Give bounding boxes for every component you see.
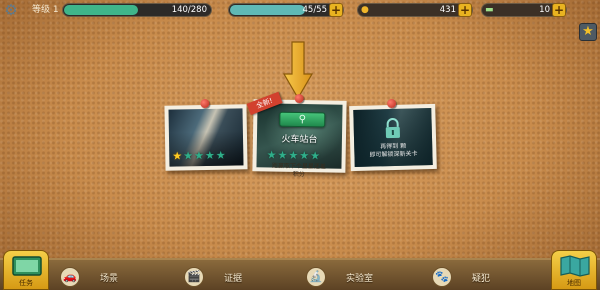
pushpin-icon xyxy=(386,98,397,109)
case-photo-3: 再得到 颗 即可解锁深新关卡 xyxy=(353,107,433,168)
map-icon xyxy=(560,255,590,277)
star-empty-icon: ★ xyxy=(299,149,310,163)
case-title: 火车站台 xyxy=(281,134,318,146)
case-card-3[interactable]: 再得到 颗 即可解锁深新关卡 xyxy=(349,98,437,172)
settings-gear-icon[interactable]: ⚙ xyxy=(3,2,19,18)
level-progress-fill xyxy=(64,5,138,15)
coin-icon: ● xyxy=(361,5,369,15)
star-empty-icon: ★ xyxy=(288,148,299,162)
achievements-star-button[interactable]: ★ xyxy=(579,23,597,41)
top-hud: ⚙ 等级 1 ♥ 140/280 ⚡ 45/55 + ● 431 + ▬ 10 … xyxy=(0,0,600,20)
down-arrow-icon xyxy=(283,41,313,100)
play-case-button[interactable]: ⚲ xyxy=(279,111,326,128)
level-progress-bar: ♥ 140/280 xyxy=(62,3,212,17)
nav-evidence-button[interactable]: 🎬 证据 xyxy=(184,263,242,290)
star-rating: ★ ★ ★ ★ ★ xyxy=(172,148,226,163)
cash-bar: ▬ 10 + xyxy=(481,3,567,17)
pushpin-icon xyxy=(200,98,210,109)
map-label: 地图 xyxy=(567,279,581,287)
case-card-2[interactable]: ⚲ 火车站台 ★ ★ ★ ★ ★ 全新! 距赢取下个星星还差 积分 xyxy=(246,91,347,178)
add-energy-button[interactable]: + xyxy=(329,3,343,17)
star-filled-icon: ★ xyxy=(172,149,183,163)
bottom-nav-bar: 🚗 场景 🎬 证据 🔬 实验室 🐾 疑犯 xyxy=(0,258,600,290)
paw-icon: 🐾 xyxy=(432,267,452,287)
coins-value: 431 xyxy=(439,5,456,15)
microscope-icon: 🔬 xyxy=(306,267,326,287)
nav-suspects-label: 疑犯 xyxy=(472,273,491,284)
nav-evidence-label: 证据 xyxy=(224,273,243,284)
case-photo-1: ★ ★ ★ ★ ★ xyxy=(168,108,244,167)
tablet-icon xyxy=(12,256,42,276)
unlock-hint: 再得到 颗 即可解锁深新关卡 xyxy=(369,142,418,159)
energy-bar: ⚡ 45/55 + xyxy=(228,3,344,17)
star-empty-icon: ★ xyxy=(183,149,194,163)
star-hint: 距赢取下个星星还差 积分 xyxy=(271,162,327,179)
star-empty-icon: ★ xyxy=(204,148,215,163)
case-photo-2: ⚲ 火车站台 ★ ★ ★ ★ ★ xyxy=(256,103,343,169)
energy-value: 45/55 xyxy=(302,5,328,15)
car-icon: 🚗 xyxy=(60,267,80,287)
add-cash-button[interactable]: + xyxy=(552,3,566,17)
tasks-button[interactable]: 任务 xyxy=(3,250,49,290)
star-empty-icon: ★ xyxy=(310,149,321,163)
case-card-1[interactable]: ★ ★ ★ ★ ★ xyxy=(164,98,248,171)
pushpin-icon xyxy=(294,93,304,104)
nav-lab-button[interactable]: 🔬 实验室 xyxy=(306,263,373,290)
map-button[interactable]: 地图 xyxy=(551,250,597,290)
nav-suspects-button[interactable]: 🐾 疑犯 xyxy=(432,263,490,290)
clapper-icon: 🎬 xyxy=(184,267,204,287)
nav-scene-button[interactable]: 🚗 场景 xyxy=(60,263,118,290)
add-coins-button[interactable]: + xyxy=(458,3,472,17)
nav-lab-label: 实验室 xyxy=(346,273,374,284)
tasks-label: 任务 xyxy=(19,279,33,287)
star-rating: ★ ★ ★ ★ ★ xyxy=(266,148,321,163)
level-label: 等级 1 xyxy=(32,5,59,15)
star-empty-icon: ★ xyxy=(215,148,226,162)
lock-icon xyxy=(385,118,400,139)
nav-scene-label: 场景 xyxy=(100,273,119,284)
level-progress-value: 140/280 xyxy=(171,5,207,15)
energy-fill xyxy=(230,5,306,15)
cash-icon: ▬ xyxy=(485,5,494,15)
star-empty-icon: ★ xyxy=(277,148,288,162)
magnifier-icon: ⚲ xyxy=(298,113,307,126)
cash-value: 10 xyxy=(539,5,550,15)
star-empty-icon: ★ xyxy=(266,148,277,162)
coins-bar: ● 431 + xyxy=(357,3,473,17)
star-empty-icon: ★ xyxy=(193,149,205,163)
